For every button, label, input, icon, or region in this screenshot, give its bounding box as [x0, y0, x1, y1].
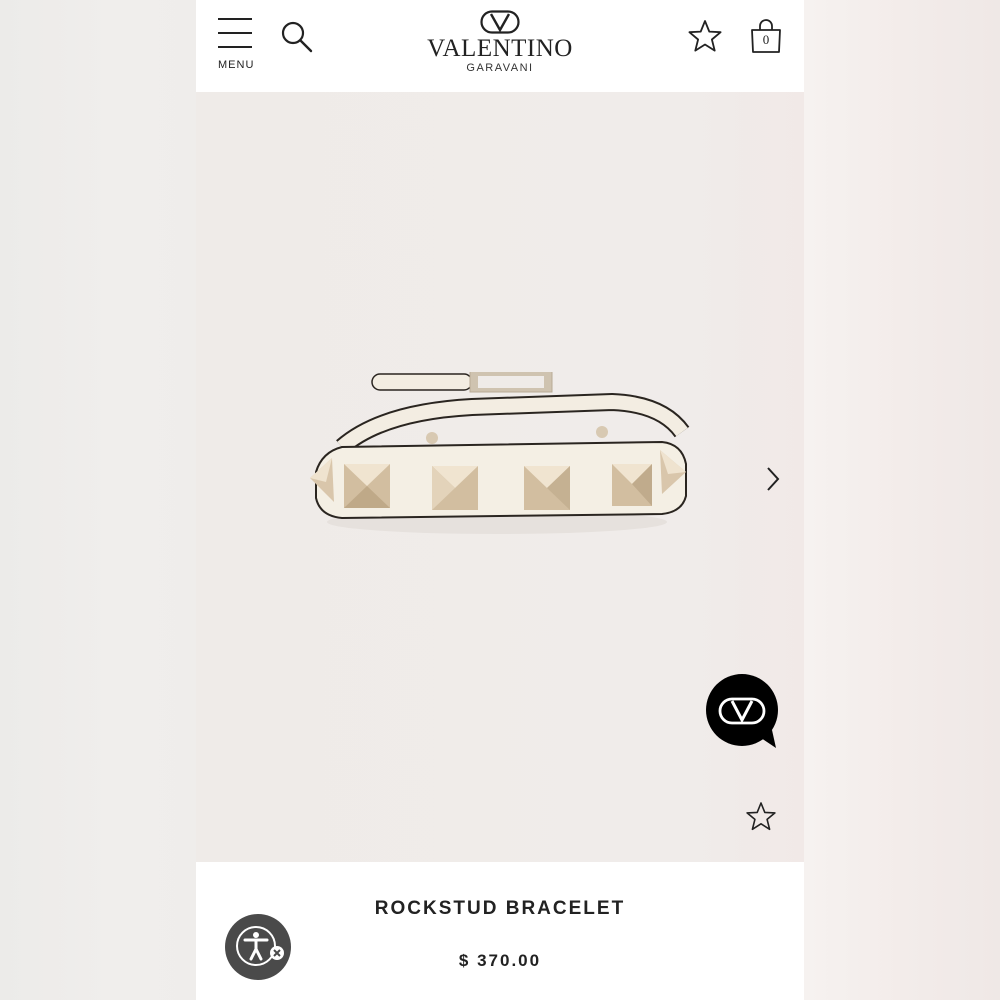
stud-5: [612, 464, 652, 506]
search-button[interactable]: [280, 20, 316, 56]
menu-bar-bottom: [218, 46, 252, 48]
search-icon: [281, 21, 313, 53]
menu-bar-top: [218, 18, 252, 20]
accessibility-button[interactable]: [224, 913, 292, 981]
stud-4: [524, 466, 570, 510]
brand-logo[interactable]: VALENTINO GARAVANI: [416, 10, 584, 82]
menu-bar-middle: [218, 32, 252, 34]
stud-3: [432, 466, 478, 510]
valentino-v-logo-chat-icon: [706, 674, 778, 748]
chat-button[interactable]: [706, 674, 782, 750]
valentino-v-logo-icon: [480, 10, 520, 34]
accessibility-person-icon: [225, 914, 291, 980]
wishlist-button[interactable]: [686, 18, 724, 56]
next-image-button[interactable]: [762, 464, 784, 494]
star-outline-icon: [688, 20, 722, 52]
menu-label: MENU: [218, 59, 255, 71]
product-image-gallery[interactable]: [196, 92, 804, 862]
brand-name: VALENTINO: [427, 35, 573, 62]
stud-2: [344, 464, 390, 508]
shopping-bag-button[interactable]: 0: [748, 18, 784, 56]
mobile-page: MENU VALENTINO GARAVANI 0 ROCKSTUD BRACE…: [196, 0, 804, 1000]
blurred-background-left: [0, 0, 196, 1000]
blurred-background-right: [804, 0, 1000, 1000]
product-info: ROCKSTUD BRACELET $ 370.00: [196, 862, 804, 1000]
bag-count: 0: [762, 32, 770, 47]
brand-subname: GARAVANI: [466, 62, 534, 74]
menu-button[interactable]: MENU: [216, 18, 256, 74]
chevron-right-icon: [767, 467, 780, 491]
add-to-favorites-button[interactable]: [744, 800, 778, 834]
site-header: MENU VALENTINO GARAVANI 0: [196, 0, 804, 92]
product-image-bracelet: [310, 372, 690, 534]
star-outline-icon: [746, 802, 776, 831]
